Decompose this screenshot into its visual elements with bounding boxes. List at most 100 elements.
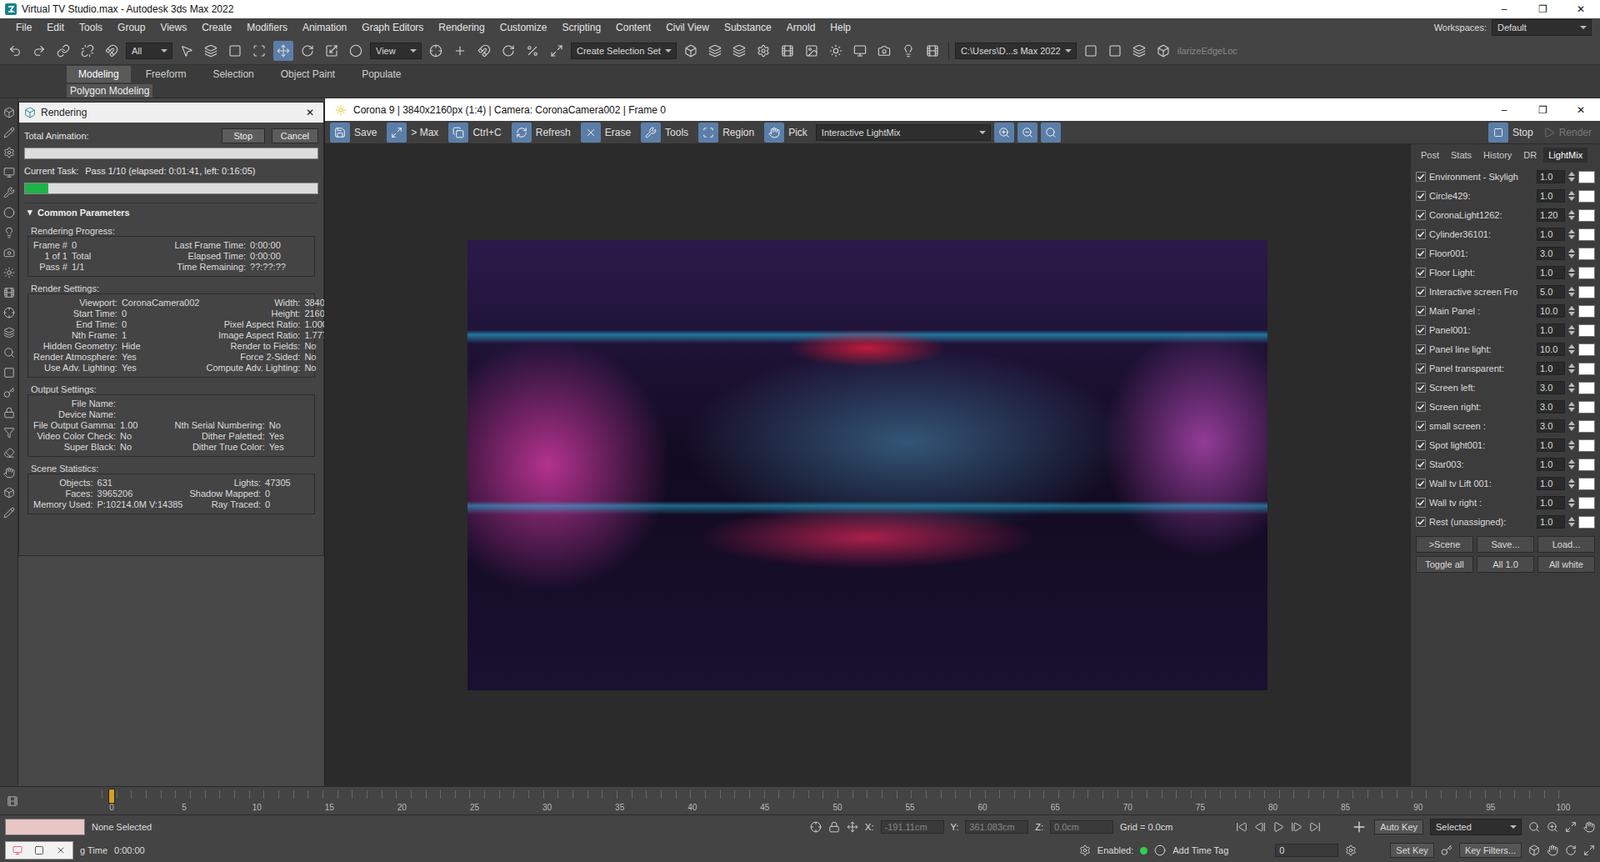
up-arrow-icon[interactable] (1568, 420, 1575, 425)
dialog-close[interactable]: ✕ (301, 106, 319, 119)
tool-icon[interactable] (3, 446, 15, 459)
light-color[interactable] (1578, 228, 1595, 241)
down-arrow-icon[interactable] (1568, 254, 1575, 259)
light-checkbox[interactable] (1415, 344, 1426, 355)
menu-item[interactable]: File (8, 21, 40, 34)
light-checkbox[interactable] (1415, 210, 1426, 220)
menu-item[interactable]: Graph Editors (354, 21, 431, 34)
playback-icon[interactable] (1309, 820, 1321, 833)
mini-restore-icon[interactable] (34, 845, 45, 855)
light-value[interactable]: 3.0 (1536, 246, 1565, 260)
light-value[interactable]: 5.0 (1536, 285, 1565, 299)
toolbar-button[interactable] (345, 40, 366, 61)
time-config-icon[interactable] (1345, 844, 1357, 856)
light-color[interactable] (1578, 190, 1595, 203)
render-production-icon[interactable] (925, 44, 940, 58)
menu-item[interactable]: Animation (295, 21, 355, 34)
snap-icon[interactable] (477, 44, 491, 58)
coord-field[interactable]: 0.0cm (1050, 820, 1114, 834)
toolbar-button[interactable] (522, 40, 543, 61)
down-arrow-icon[interactable] (1568, 215, 1575, 220)
rotate-icon[interactable] (300, 44, 315, 58)
toolbar-button[interactable] (77, 40, 98, 61)
tool-icon[interactable] (3, 386, 15, 399)
ribbon-tab[interactable]: Freeform (134, 65, 199, 83)
dialog-button[interactable]: Cancel (271, 128, 319, 144)
fb-tool-icon[interactable] (645, 126, 657, 139)
up-arrow-icon[interactable] (1568, 229, 1575, 234)
menu-item[interactable]: Modifiers (239, 21, 295, 34)
tool-icon[interactable] (3, 246, 15, 259)
light-checkbox[interactable] (1415, 325, 1426, 335)
fb-button[interactable]: Ctrl+C (446, 120, 506, 145)
toolbar-button[interactable] (249, 40, 270, 61)
fb-tool-icon[interactable] (452, 126, 465, 139)
spinner-arrows[interactable] (1568, 286, 1575, 297)
panel-button[interactable]: Save... (1476, 535, 1535, 553)
up-arrow-icon[interactable] (1568, 344, 1575, 349)
light-value[interactable]: 1.0 (1536, 495, 1565, 510)
toolbar-button[interactable] (101, 40, 122, 61)
light-color[interactable] (1578, 285, 1595, 299)
toolbar-button[interactable] (898, 40, 919, 61)
down-arrow-icon[interactable] (1568, 350, 1575, 355)
menu-item[interactable]: Civil View (658, 21, 717, 34)
light-value[interactable]: 1.20 (1536, 208, 1565, 222)
coord-field[interactable]: 361.083cm (965, 820, 1029, 834)
maxscript-listener[interactable] (5, 818, 85, 835)
spinner-arrows[interactable] (1568, 401, 1575, 412)
light-checkbox[interactable] (1415, 459, 1426, 470)
toolbar-button[interactable] (729, 40, 750, 61)
move-icon[interactable] (276, 44, 290, 58)
light-checkbox[interactable] (1415, 420, 1426, 431)
light-checkbox[interactable] (1415, 305, 1426, 316)
down-arrow-icon[interactable] (1568, 292, 1575, 297)
ribbon-tab[interactable]: Modeling (66, 65, 131, 83)
light-color[interactable] (1578, 247, 1595, 260)
toolbar-button[interactable] (546, 40, 567, 61)
fb-button[interactable]: Refresh (510, 120, 576, 145)
key-mode[interactable]: Selected (1430, 818, 1522, 835)
lock-icon[interactable] (828, 820, 840, 833)
spinner-arrows[interactable] (1568, 344, 1575, 355)
light-value[interactable]: 10.0 (1536, 304, 1565, 318)
toolbar-button[interactable] (874, 40, 895, 61)
zoom-icon[interactable] (1045, 126, 1057, 139)
light-color[interactable] (1578, 381, 1595, 395)
fb-button-icon-box[interactable] (330, 122, 350, 143)
tool-icon[interactable] (3, 266, 15, 279)
spinner-arrows[interactable] (1568, 440, 1575, 450)
panel-tab[interactable]: Stats (1445, 147, 1477, 163)
selection-filter[interactable]: All (125, 42, 173, 60)
toolbar-button[interactable] (297, 40, 318, 61)
tool-icon[interactable] (3, 346, 15, 359)
undo-icon[interactable] (8, 44, 22, 58)
spinner-arrows[interactable] (1568, 171, 1575, 182)
align-icon[interactable] (708, 44, 722, 58)
expander[interactable]: ▾ (27, 206, 33, 218)
up-arrow-icon[interactable] (1568, 497, 1575, 502)
mini-close-icon[interactable] (55, 845, 66, 855)
tool-icon[interactable] (3, 466, 15, 479)
time-tag-icon[interactable] (1079, 844, 1091, 856)
tool-icon[interactable] (3, 486, 15, 499)
spinner-arrows[interactable] (1568, 420, 1575, 431)
zoom-icon[interactable] (1021, 126, 1034, 139)
schematic-icon[interactable] (805, 44, 819, 58)
fb-button-icon-box[interactable] (448, 122, 469, 143)
light-color[interactable] (1578, 420, 1595, 433)
spinner-arrows[interactable] (1568, 363, 1575, 374)
rollout-header[interactable]: ▾Common Parameters (24, 202, 319, 221)
spinner-arrows[interactable] (1568, 516, 1575, 527)
ribbon-tab[interactable]: Populate (350, 65, 413, 83)
tool-icon[interactable] (3, 326, 15, 339)
render-icon[interactable] (901, 44, 915, 58)
playback-icon[interactable] (1272, 820, 1285, 833)
down-arrow-icon[interactable] (1568, 330, 1575, 335)
stop-icon[interactable] (1493, 127, 1504, 138)
up-arrow-icon[interactable] (1568, 210, 1575, 215)
view-nav-icon[interactable] (1583, 844, 1595, 856)
up-arrow-icon[interactable] (1568, 363, 1575, 368)
window-control[interactable]: – (1485, 98, 1524, 121)
tool-icon[interactable] (3, 506, 15, 519)
